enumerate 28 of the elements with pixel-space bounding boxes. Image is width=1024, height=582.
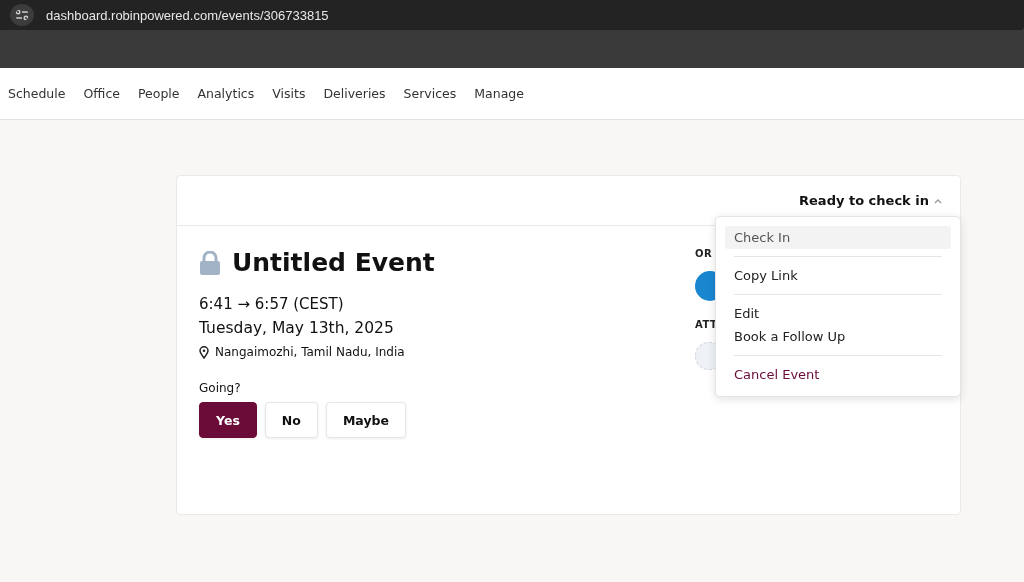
menu-item[interactable]: Copy Link [725, 264, 951, 287]
rsvp-button[interactable]: Maybe [325, 402, 406, 438]
address-bar[interactable]: dashboard.robinpowered.com/events/306733815 [0, 0, 1024, 30]
location-pin-icon [199, 345, 209, 359]
nav-link[interactable]: Services [403, 86, 457, 101]
rsvp-button[interactable]: No [264, 402, 318, 438]
menu-item[interactable]: Edit [725, 302, 951, 325]
nav-link[interactable]: Office [83, 86, 120, 101]
event-title: Untitled Event [232, 248, 435, 277]
going-label: Going? [199, 381, 242, 395]
section-heading: OR [695, 248, 714, 259]
section-heading: ATT [695, 319, 719, 330]
nav-link[interactable]: Analytics [197, 86, 255, 101]
nav-link[interactable]: Visits [272, 86, 306, 101]
event-time: 6:41 → 6:57 (CEST) [199, 295, 345, 313]
nav-link[interactable]: People [137, 86, 180, 101]
site-settings-icon[interactable] [10, 4, 34, 26]
event-location: Nangaimozhi, Tamil Nadu, India [215, 345, 405, 359]
status-dropdown[interactable]: Ready to check in [799, 193, 942, 208]
nav-link[interactable]: Deliveries [323, 86, 386, 101]
url-text: dashboard.robinpowered.com/events/306733815 [46, 7, 329, 23]
menu-item[interactable]: Book a Follow Up [725, 325, 951, 348]
nav-link[interactable]: Schedule [8, 86, 66, 101]
menu-item[interactable]: Cancel Event [725, 363, 951, 386]
rsvp-button[interactable]: Yes [199, 402, 257, 438]
nav-link[interactable]: Manage [474, 86, 524, 101]
menu-item[interactable]: Check In [725, 226, 951, 249]
caret-icon [934, 197, 942, 204]
